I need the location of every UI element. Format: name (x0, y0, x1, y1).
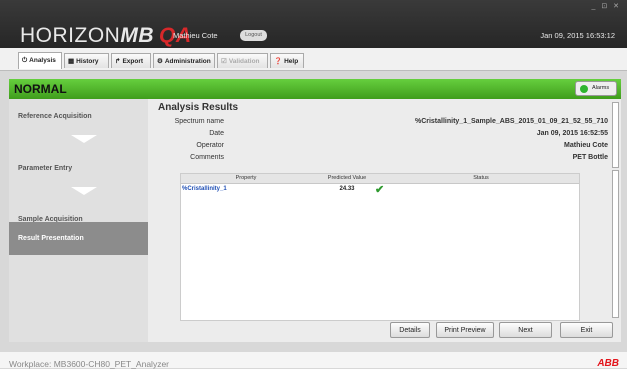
info-operator: Operator Mathieu Cote (196, 142, 608, 149)
next-button[interactable]: Next (499, 322, 552, 338)
status-bar: NORMAL Alarms (9, 79, 621, 99)
tab-validation[interactable]: ☑ Validation (217, 53, 268, 68)
results-panel: Analysis Results Spectrum name %Cristalli… (148, 99, 621, 342)
info-date: Date Jan 09, 2015 16:52:55 (209, 130, 608, 137)
main-tabs: ⏻ Analysis ▦ History ↱ Export ⚙ Administrati… (0, 48, 627, 71)
step-arrow (71, 135, 97, 143)
step-parameter-entry[interactable]: Parameter Entry (9, 151, 148, 187)
row-predicted-value: 24.33 (339, 186, 355, 192)
exit-button[interactable]: Exit (560, 322, 613, 338)
app-header: _ ⊡ ✕ HORIZONMB QA Mathieu Cote Logout Ja… (0, 0, 627, 48)
administration-icon: ⚙ (157, 58, 163, 65)
user-name: Mathieu Cote (173, 31, 218, 40)
table-row[interactable]: %Cristallinity_1 24.33 ✔ (181, 184, 579, 196)
abb-logo: ABB (597, 358, 619, 369)
tab-analysis[interactable]: ⏻ Analysis (18, 52, 62, 69)
step-arrow (71, 187, 97, 195)
results-title: Analysis Results (158, 102, 239, 113)
alarms-button[interactable]: Alarms (575, 81, 617, 96)
tab-history[interactable]: ▦ History (64, 53, 109, 68)
row-property: %Cristallinity_1 (182, 186, 227, 192)
info-scrollbar[interactable] (612, 102, 619, 168)
table-scrollbar[interactable] (612, 170, 619, 318)
column-predicted-value[interactable]: Predicted Value (311, 175, 383, 181)
workflow-steps: Reference Acquisition Parameter Entry Sa… (9, 99, 148, 342)
tab-help[interactable]: ❓ Help (270, 53, 304, 68)
tab-administration[interactable]: ⚙ Administration (153, 53, 215, 68)
analysis-icon: ⏻ (22, 57, 28, 64)
header-datetime: Jan 09, 2015 16:53:12 (540, 31, 615, 40)
export-icon: ↱ (115, 58, 121, 65)
logo-horizon: HORIZON (20, 24, 121, 47)
tab-export[interactable]: ↱ Export (111, 53, 151, 68)
window-controls[interactable]: _ ⊡ ✕ (591, 2, 621, 10)
column-status[interactable]: Status (383, 175, 579, 181)
check-icon: ✔ (375, 184, 385, 196)
info-comments: Comments PET Bottle (190, 154, 608, 161)
footer-bar: Workplace: MB3600-CH80_PET_Analyzer ABB (0, 352, 627, 369)
validation-icon: ☑ (221, 58, 227, 65)
alarm-status-icon (580, 85, 588, 93)
status-text: NORMAL (14, 82, 67, 96)
results-table: Property Predicted Value Status %Cristal… (180, 173, 580, 321)
column-property[interactable]: Property (181, 175, 311, 181)
logout-button[interactable]: Logout (240, 30, 267, 41)
step-reference-acquisition[interactable]: Reference Acquisition (9, 99, 148, 135)
details-button[interactable]: Details (390, 322, 430, 338)
help-icon: ❓ (274, 58, 283, 65)
app-logo: HORIZONMB QA (20, 24, 192, 48)
logo-mb: MB (120, 24, 154, 47)
history-icon: ▦ (68, 58, 75, 65)
info-spectrum-name: Spectrum name %Cristallinity_1_Sample_ABS… (174, 118, 608, 125)
print-preview-button[interactable]: Print Preview (436, 322, 494, 338)
step-result-presentation[interactable]: Result Presentation (9, 222, 148, 255)
